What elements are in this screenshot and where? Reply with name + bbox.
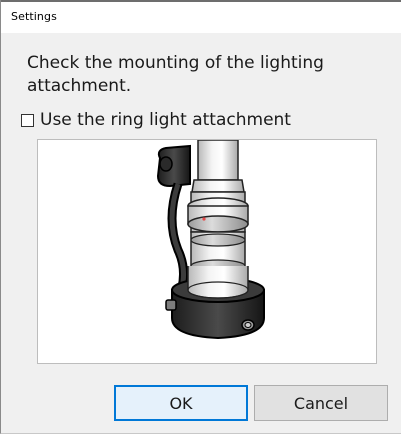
ring-light-option[interactable]: Use the ring light attachment bbox=[21, 110, 291, 130]
ok-button[interactable]: OK bbox=[114, 385, 248, 421]
window-title: Settings bbox=[11, 10, 57, 23]
cancel-button[interactable]: Cancel bbox=[254, 385, 388, 421]
ring-light-checkbox[interactable] bbox=[21, 113, 34, 127]
settings-dialog: Settings Check the mounting of the light… bbox=[0, 0, 401, 434]
title-bar: Settings bbox=[1, 0, 401, 33]
illustration-frame bbox=[37, 139, 377, 364]
lens-ring-light-illustration bbox=[156, 139, 265, 340]
ring-light-checkbox-label: Use the ring light attachment bbox=[40, 110, 291, 130]
instruction-message: Check the mounting of the lighting attac… bbox=[27, 53, 324, 96]
title-bar-edge bbox=[1, 0, 401, 2]
